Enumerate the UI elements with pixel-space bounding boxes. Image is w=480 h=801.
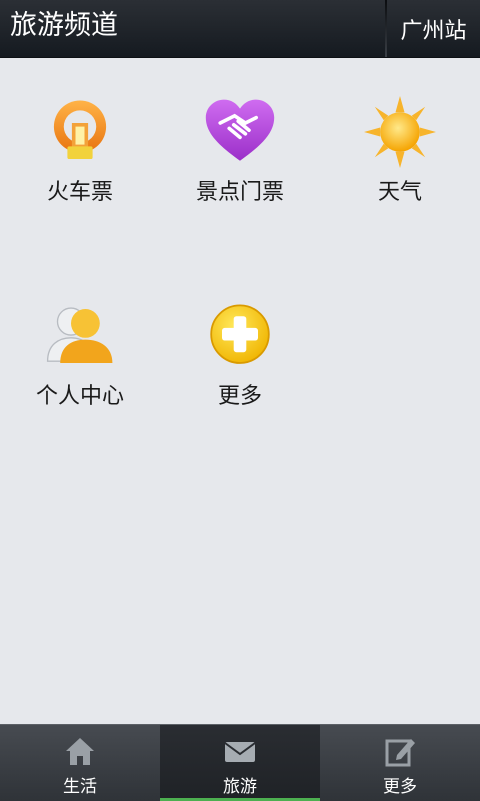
grid-item-label: 个人中心 xyxy=(35,384,124,409)
page-title: 旅游频道 xyxy=(10,10,118,41)
tab-label: 生活 xyxy=(63,777,97,797)
grid-item-train-tickets[interactable]: 火车票 xyxy=(0,58,160,208)
home-icon xyxy=(66,738,94,765)
user-profile-icon xyxy=(46,307,113,363)
grid-item-weather[interactable]: 天气 xyxy=(320,58,480,208)
envelope-icon xyxy=(224,742,256,762)
edit-icon xyxy=(385,739,415,767)
tab-label: 旅游 xyxy=(223,777,257,797)
grid-item-label: 更多 xyxy=(217,384,262,409)
grid-item-label: 火车票 xyxy=(46,180,113,205)
handshake-heart-icon xyxy=(205,99,275,161)
city-select-button[interactable]: 广州站 xyxy=(387,0,480,57)
grid-item-personal-center[interactable]: 个人中心 xyxy=(0,262,160,412)
sun-icon xyxy=(364,96,436,168)
grid-item-more[interactable]: 更多 xyxy=(160,262,320,412)
train-logo-icon xyxy=(53,100,107,159)
bottom-tab-bar: 生活 旅游 更多 xyxy=(0,724,480,801)
grid-item-label: 景点门票 xyxy=(195,180,284,205)
tab-more[interactable]: 更多 xyxy=(320,725,480,801)
grid-item-label: 天气 xyxy=(377,180,422,205)
grid-item-scenic-tickets[interactable]: 景点门票 xyxy=(160,58,320,208)
channel-grid: 火车票 景点门票 天气 个人中心 更多 xyxy=(0,58,480,724)
plus-circle-icon xyxy=(210,304,270,364)
tab-label: 更多 xyxy=(383,777,417,797)
tab-travel[interactable]: 旅游 xyxy=(160,725,320,801)
tab-life[interactable]: 生活 xyxy=(0,725,160,801)
app-header: 旅游频道 广州站 xyxy=(0,0,480,58)
